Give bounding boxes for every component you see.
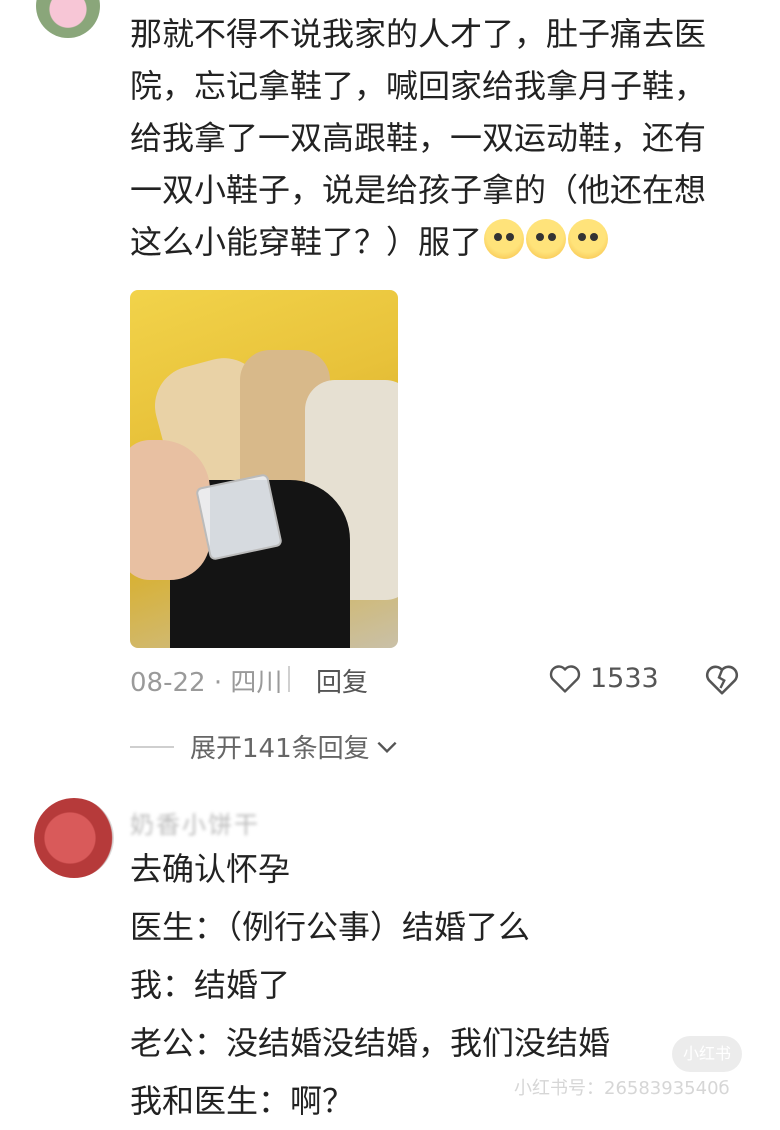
comment-line: 医生：（例行公事）结婚了么	[130, 908, 531, 946]
comment-line: 去确认怀孕	[130, 850, 291, 888]
hand-image-part	[130, 440, 210, 580]
heart-icon	[549, 665, 581, 693]
divider	[130, 745, 174, 748]
comment-photo[interactable]	[130, 290, 398, 648]
like-count: 1533	[590, 662, 659, 694]
chevron-down-icon	[377, 741, 397, 753]
comment-line: 一双小鞋子，说是给孩子拿的（他还在想	[130, 171, 707, 209]
comment-line: 那就不得不说我家的人才了，肚子痛去医	[130, 15, 707, 53]
like-button[interactable]: 1533	[548, 662, 659, 694]
comment-line: 我：结婚了	[130, 966, 291, 1004]
comment-date-location: 08-22 · 四川	[130, 668, 283, 698]
comment-line: 这么小能穿鞋了？）服了	[130, 223, 483, 261]
commenter-avatar[interactable]	[36, 0, 100, 38]
clear-heel-image-part	[195, 473, 283, 561]
comment-body: 那就不得不说我家的人才了，肚子痛去医 院，忘记拿鞋了，喊回家给我拿月子鞋， 给我…	[130, 8, 730, 268]
dislike-button[interactable]	[704, 662, 740, 700]
pleading-face-icon	[526, 219, 567, 259]
expand-replies-button[interactable]: 展开141条回复	[130, 728, 400, 765]
commenter-username[interactable]: 奶香小饼干	[130, 805, 260, 840]
comment-line: 给我拿了一双高跟鞋，一双运动鞋，还有	[130, 119, 707, 157]
expand-replies-label: 展开141条回复	[190, 734, 370, 764]
broken-heart-icon	[705, 665, 739, 695]
commenter-avatar[interactable]	[34, 798, 114, 878]
watermark-id: 小红书号：2658393540б	[514, 1078, 730, 1099]
divider	[288, 666, 290, 692]
comment-line: 老公：没结婚没结婚，我们没结婚	[130, 1024, 611, 1062]
watermark-logo: 小红书	[672, 1036, 742, 1072]
comment-line-last: 这么小能穿鞋了？）服了	[130, 216, 730, 268]
reply-button[interactable]: 回复	[316, 662, 368, 699]
pleading-face-icon	[568, 219, 609, 259]
comment-line: 院，忘记拿鞋了，喊回家给我拿月子鞋，	[130, 67, 707, 105]
pleading-face-icon	[484, 219, 525, 259]
